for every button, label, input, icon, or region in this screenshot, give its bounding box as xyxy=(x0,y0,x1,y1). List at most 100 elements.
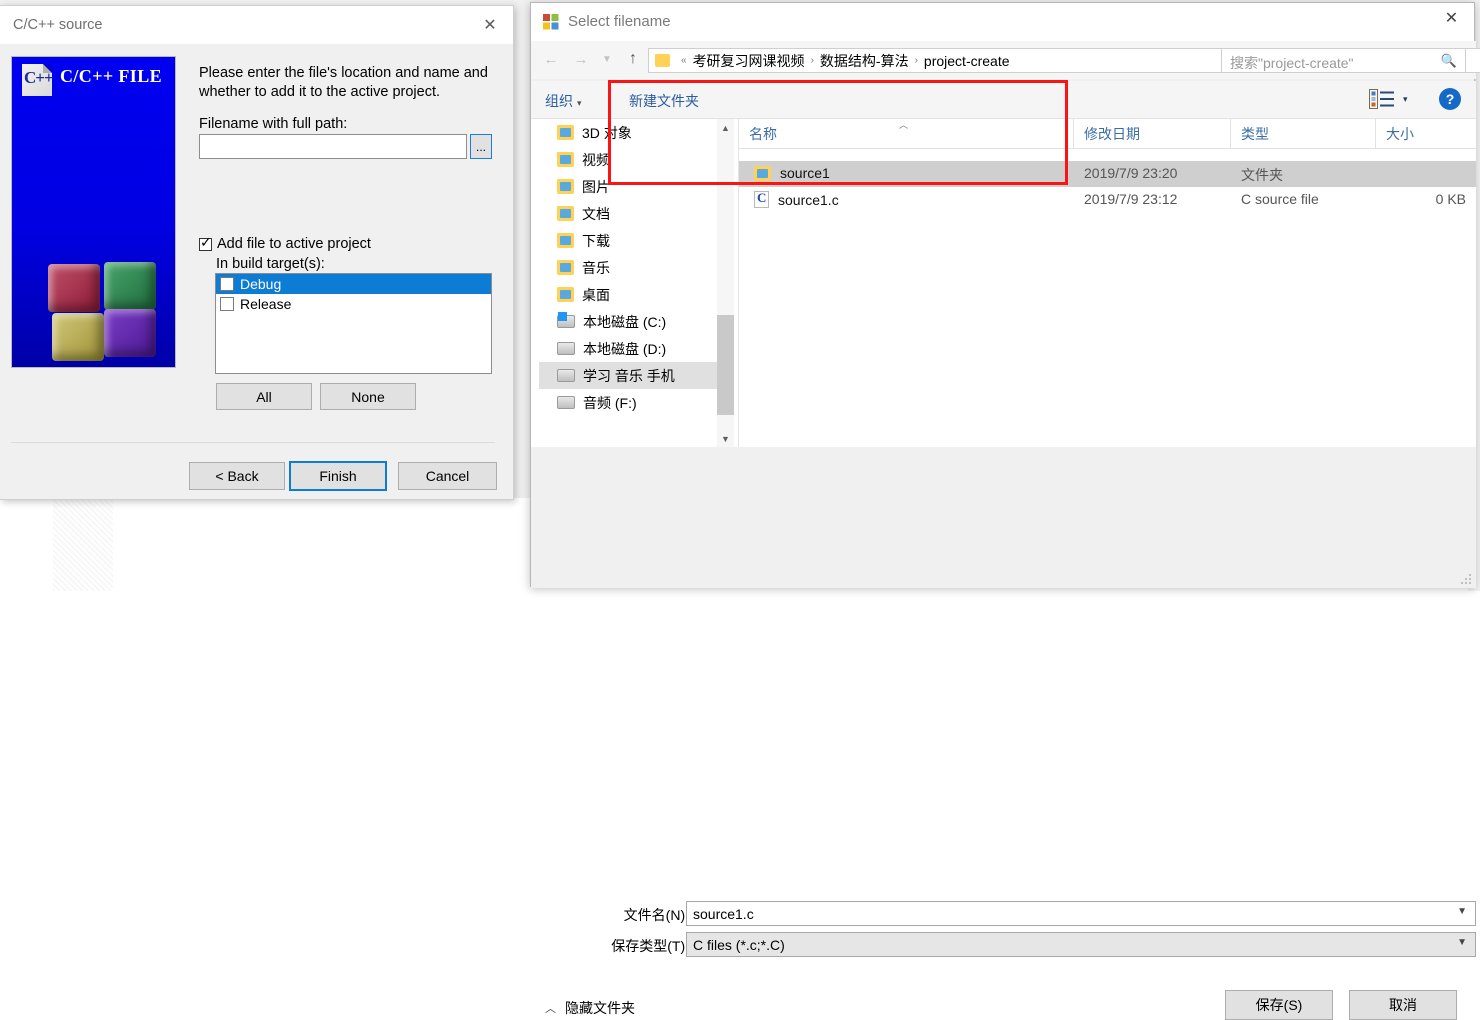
file-date-cell: 2019/7/9 23:12 xyxy=(1084,191,1178,207)
wizard-titlebar: C/C++ source ✕ xyxy=(0,6,513,44)
sidebar-item-study-music-phone[interactable]: 学习 音乐 手机 xyxy=(539,362,717,389)
explorer-title: Select filename xyxy=(568,13,671,30)
cube-red xyxy=(48,264,100,312)
checkbox-icon[interactable] xyxy=(220,297,234,311)
sidebar-item-label: 音乐 xyxy=(582,259,610,276)
cancel-button[interactable]: Cancel xyxy=(398,462,497,490)
checkbox-icon[interactable] xyxy=(220,277,234,291)
back-button[interactable]: < Back xyxy=(189,462,285,490)
arrow-right-icon[interactable]: → xyxy=(569,47,593,71)
select-filename-dialog: Select filename ✕ ← → ▼ ↑ « 考研复习网课视频 › 数… xyxy=(530,2,1480,1020)
filename-input[interactable]: source1.c ▼ xyxy=(686,901,1476,926)
list-item[interactable]: Release xyxy=(216,294,491,314)
column-header-row: 名称 ︿ 修改日期 类型 大小 xyxy=(739,119,1476,149)
table-row[interactable]: source1.c 2019/7/9 23:12 C source file 0… xyxy=(739,187,1476,213)
column-header-date[interactable]: 修改日期 xyxy=(1074,119,1231,148)
sidebar-scrollbar[interactable]: ▲ ▼ xyxy=(717,119,734,447)
chevron-down-icon[interactable]: ▾ xyxy=(1403,94,1408,105)
sidebar-item-pictures[interactable]: 图片 xyxy=(539,173,717,200)
new-folder-button[interactable]: 新建文件夹 xyxy=(629,91,699,111)
breadcrumb-item[interactable]: project-create xyxy=(924,53,1010,69)
arrow-left-icon[interactable]: ← xyxy=(539,47,563,71)
arrow-up-icon[interactable]: ↑ xyxy=(621,47,645,71)
banner-title: C/C++ FILE xyxy=(60,66,163,86)
close-icon[interactable]: ✕ xyxy=(1429,3,1474,33)
filename-label: Filename with full path: xyxy=(199,116,348,132)
build-targets-label: In build target(s): xyxy=(216,256,325,272)
folder-icon xyxy=(557,179,574,194)
drive-icon xyxy=(557,342,575,355)
wizard-title: C/C++ source xyxy=(13,17,103,33)
cpp-file-banner: C++ C/C++ FILE xyxy=(11,56,176,368)
explorer-footer: 文件名(N): source1.c ▼ 保存类型(T): C files (*.… xyxy=(531,447,1476,1020)
cancel-button[interactable]: 取消 xyxy=(1349,990,1457,1020)
folder-icon xyxy=(557,206,574,221)
drive-windows-icon xyxy=(557,312,575,328)
search-input[interactable]: 搜索"project-create" 🔍 xyxy=(1221,48,1466,73)
editor-gutter xyxy=(53,498,113,591)
sidebar-item-label: 本地磁盘 (C:) xyxy=(583,313,667,330)
build-targets-list[interactable]: Debug Release xyxy=(215,273,492,374)
chevron-down-icon[interactable]: ▼ xyxy=(717,430,734,447)
sidebar-item-music[interactable]: 音乐 xyxy=(539,254,717,281)
filename-value: source1.c xyxy=(693,905,754,922)
column-header-size[interactable]: 大小 xyxy=(1376,119,1476,148)
help-button[interactable]: ? xyxy=(1439,88,1461,110)
drive-icon xyxy=(557,396,575,409)
column-header-name[interactable]: 名称 ︿ xyxy=(739,119,1074,148)
scrollbar-thumb[interactable] xyxy=(717,315,734,415)
sidebar-item-videos[interactable]: 视频 xyxy=(539,146,717,173)
savetype-label: 保存类型(T): xyxy=(611,938,689,954)
browse-button[interactable]: ... xyxy=(470,134,492,159)
windows-logo-icon xyxy=(543,14,559,30)
select-all-button[interactable]: All xyxy=(216,383,312,410)
divider xyxy=(11,442,495,443)
organize-button[interactable]: 组织 ▾ xyxy=(545,91,582,111)
add-file-label: Add file to active project xyxy=(217,236,371,252)
file-list-pane: 名称 ︿ 修改日期 类型 大小 source1 2019/7/9 23:20 文… xyxy=(739,119,1476,447)
file-type-cell: 文件夹 xyxy=(1241,167,1283,183)
file-date-cell: 2019/7/9 23:20 xyxy=(1084,165,1178,181)
chevron-down-icon[interactable]: ▼ xyxy=(595,47,619,71)
hide-folders-label: 隐藏文件夹 xyxy=(565,1000,635,1016)
sidebar-item-local-disk-c[interactable]: 本地磁盘 (C:) xyxy=(539,308,717,335)
breadcrumb-item[interactable]: 数据结构-算法 xyxy=(820,51,909,71)
sidebar-item-documents[interactable]: 文档 xyxy=(539,200,717,227)
breadcrumb-overflow[interactable]: « xyxy=(677,55,691,66)
file-name-cell: source1.c xyxy=(754,190,839,208)
filename-input[interactable] xyxy=(199,134,467,159)
sidebar-item-local-disk-d[interactable]: 本地磁盘 (D:) xyxy=(539,335,717,362)
hide-folders-toggle[interactable]: ︿ 隐藏文件夹 xyxy=(545,998,635,1018)
sidebar-item-3d-objects[interactable]: 3D 对象 xyxy=(539,119,717,146)
chevron-up-icon[interactable]: ▲ xyxy=(717,119,734,136)
column-header-type[interactable]: 类型 xyxy=(1231,119,1376,148)
resize-grip-icon[interactable] xyxy=(1460,573,1472,585)
add-file-checkbox-row[interactable]: Add file to active project xyxy=(199,234,371,252)
cube-green xyxy=(104,262,156,310)
checkbox-icon[interactable] xyxy=(199,234,212,251)
breadcrumb-item[interactable]: 考研复习网课视频 xyxy=(693,51,805,71)
sidebar-item-label: 音频 (F:) xyxy=(583,394,637,411)
file-size-cell: 0 KB xyxy=(1435,191,1466,207)
search-icon[interactable]: 🔍 xyxy=(1441,53,1457,69)
cube-purple xyxy=(104,309,156,357)
finish-button[interactable]: Finish xyxy=(289,461,387,491)
sidebar-item-desktop[interactable]: 桌面 xyxy=(539,281,717,308)
chevron-down-icon[interactable]: ▼ xyxy=(1457,906,1467,917)
file-name: source1 xyxy=(780,165,830,181)
chevron-down-icon[interactable]: ▼ xyxy=(1457,937,1467,948)
sidebar-item-audio-f[interactable]: 音频 (F:) xyxy=(539,389,717,416)
file-name-cell: source1 xyxy=(754,165,830,181)
select-none-button[interactable]: None xyxy=(320,383,416,410)
savetype-value: C files (*.c;*.C) xyxy=(693,936,785,953)
sidebar-item-label: 视频 xyxy=(582,151,610,168)
folder-icon xyxy=(557,287,574,302)
table-row[interactable]: source1 2019/7/9 23:20 文件夹 xyxy=(739,161,1476,187)
list-item-label: Release xyxy=(240,296,292,312)
view-options-icon[interactable] xyxy=(1369,89,1395,109)
save-button[interactable]: 保存(S) xyxy=(1225,990,1333,1020)
list-item[interactable]: Debug xyxy=(216,274,491,294)
savetype-select[interactable]: C files (*.c;*.C) ▼ xyxy=(686,932,1476,957)
close-icon[interactable]: ✕ xyxy=(473,12,507,38)
sidebar-item-downloads[interactable]: 下载 xyxy=(539,227,717,254)
